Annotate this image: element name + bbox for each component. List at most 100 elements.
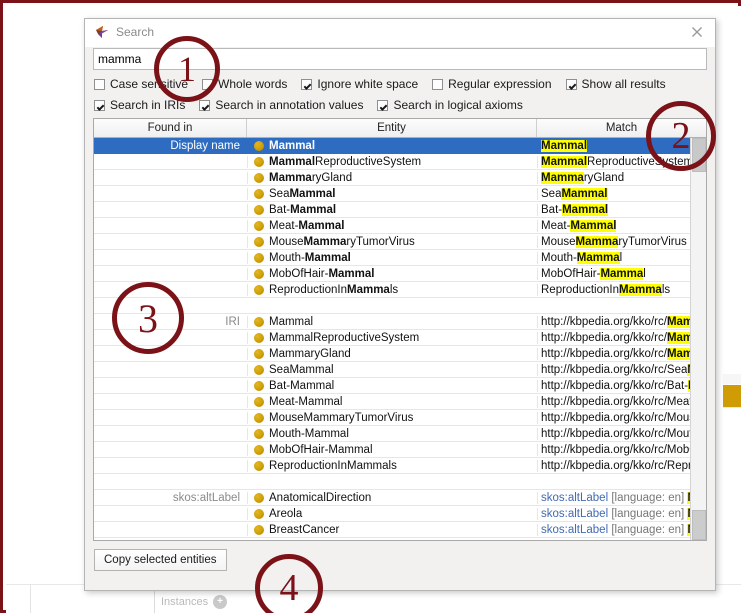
cell-entity: Meat-Mammal xyxy=(247,395,537,408)
cell-match: http://kbpedia.org/kko/rc/Mamm xyxy=(537,347,691,360)
checkbox-case-sensitive[interactable] xyxy=(94,78,105,90)
checkbox-search-in-iris[interactable] xyxy=(94,99,105,111)
copy-selected-entities-button[interactable]: Copy selected entities xyxy=(94,549,227,571)
table-row[interactable]: Bat-Mammal Bat-Mammal xyxy=(94,202,691,218)
results-vertical-scrollbar[interactable] xyxy=(690,138,706,540)
cell-match: http://kbpedia.org/kko/rc/Meat-M xyxy=(537,395,691,408)
option-label: Whole words xyxy=(218,76,288,91)
cell-match: Mouth-Mammal xyxy=(537,251,691,264)
table-row[interactable]: BreastCancer skos:altLabel [language: en]… xyxy=(94,522,691,538)
entity-dot-icon xyxy=(254,332,264,343)
entity-label: BreastExam xyxy=(269,540,332,541)
cell-match: Bat-Mammal xyxy=(537,203,691,216)
option-search-in-iris[interactable]: Search in IRIs xyxy=(94,97,186,112)
entity-label: Bat-Mammal xyxy=(269,203,337,216)
entity-label: MouseMammaryTumorVirus xyxy=(269,235,415,248)
entity-dot-icon xyxy=(254,396,264,407)
table-row[interactable]: Display name Mammal Mammal xyxy=(94,138,691,154)
entity-dot-icon xyxy=(254,364,264,375)
entity-label: SeaMammal xyxy=(269,363,334,376)
cell-match: http://kbpedia.org/kko/rc/Mouth- xyxy=(537,427,691,440)
checkbox-show-all-results[interactable] xyxy=(565,78,577,90)
cell-entity: Bat-Mammal xyxy=(247,379,537,392)
cell-entity: ReproductionInMammals xyxy=(247,283,537,296)
entity-dot-icon xyxy=(254,252,264,263)
page-frame: Instances + Search mamma Case sensitive … xyxy=(0,0,741,613)
close-icon[interactable] xyxy=(689,24,707,42)
entity-dot-icon xyxy=(254,444,264,455)
entity-dot-icon xyxy=(254,380,264,391)
cell-entity: MammaryGland xyxy=(247,347,537,360)
table-row[interactable]: Areola skos:altLabel [language: en] M xyxy=(94,506,691,522)
column-header-found-in[interactable]: Found in xyxy=(94,119,247,137)
entity-label: AnatomicalDirection xyxy=(269,491,372,504)
table-row[interactable]: Meat-Mammal Meat-Mammal xyxy=(94,218,691,234)
page-background: Instances + Search mamma Case sensitive … xyxy=(6,6,741,613)
cell-entity: Meat-Mammal xyxy=(247,219,537,232)
entity-label: Mouth-Mammal xyxy=(269,427,349,440)
cell-match: http://kbpedia.org/kko/rc/Mamm xyxy=(537,331,691,344)
entity-dot-icon xyxy=(254,508,264,519)
option-label: Search in IRIs xyxy=(110,97,186,112)
cell-entity: Mouth-Mammal xyxy=(247,251,537,264)
search-options-row-2: Search in IRIs Search in annotation valu… xyxy=(94,96,537,114)
entity-dot-icon xyxy=(254,412,264,423)
table-row[interactable]: SeaMammal SeaMammal xyxy=(94,186,691,202)
entity-label: Mammal xyxy=(269,139,316,152)
dialog-title-group: Search xyxy=(94,24,154,40)
cell-entity: Bat-Mammal xyxy=(247,203,537,216)
entity-label: Meat-Mammal xyxy=(269,395,343,408)
table-row[interactable]: BreastExam skos:altLabel [language: en] M xyxy=(94,538,691,540)
option-label: Search in logical axioms xyxy=(393,97,523,112)
checkbox-regular-expression[interactable] xyxy=(432,78,444,90)
table-row[interactable]: MammalReproductiveSystem http://kbpedia.o… xyxy=(94,330,691,346)
entity-dot-icon xyxy=(254,348,264,359)
entity-dot-icon xyxy=(254,524,264,535)
entity-dot-icon xyxy=(254,460,264,471)
option-search-in-logical-axioms[interactable]: Search in logical axioms xyxy=(377,97,523,112)
entity-dot-icon xyxy=(254,156,264,167)
option-ignore-white-space[interactable]: Ignore white space xyxy=(301,77,418,91)
table-row-spacer xyxy=(94,474,691,490)
cell-match: MouseMammaryTumorVirus xyxy=(537,235,691,248)
table-row[interactable]: MammaryGland MammaryGland xyxy=(94,170,691,186)
table-row[interactable]: Meat-Mammal http://kbpedia.org/kko/rc/Mea… xyxy=(94,394,691,410)
table-row[interactable]: ReproductionInMammals http://kbpedia.org/… xyxy=(94,458,691,474)
cell-entity: Mouth-Mammal xyxy=(247,427,537,440)
option-search-in-annotation-values[interactable]: Search in annotation values xyxy=(199,98,363,112)
table-row[interactable]: SeaMammal http://kbpedia.org/kko/rc/SeaMa xyxy=(94,362,691,378)
table-row[interactable]: MobOfHair-Mammal MobOfHair-Mammal xyxy=(94,266,691,282)
table-row[interactable]: MammalReproductiveSystem MammalReproducti… xyxy=(94,154,691,170)
cell-match: MammaryGland xyxy=(537,171,691,184)
table-row[interactable]: MammaryGland http://kbpedia.org/kko/rc/Ma… xyxy=(94,346,691,362)
checkbox-search-in-annotation-values[interactable] xyxy=(199,99,211,111)
cell-match: MobOfHair-Mammal xyxy=(537,267,691,280)
checkbox-search-in-logical-axioms[interactable] xyxy=(377,99,389,111)
table-row[interactable]: Mouth-Mammal Mouth-Mammal xyxy=(94,250,691,266)
table-row[interactable]: MouseMammaryTumorVirus http://kbpedia.org… xyxy=(94,410,691,426)
table-row[interactable]: Mouth-Mammal http://kbpedia.org/kko/rc/Mo… xyxy=(94,426,691,442)
cell-entity: BreastCancer xyxy=(247,523,537,536)
table-row[interactable]: MobOfHair-Mammal http://kbpedia.org/kko/r… xyxy=(94,442,691,458)
table-row[interactable]: skos:altLabel AnatomicalDirection skos:alt… xyxy=(94,490,691,506)
entity-label: ReproductionInMammals xyxy=(269,459,397,472)
table-row[interactable]: Bat-Mammal http://kbpedia.org/kko/rc/Bat-… xyxy=(94,378,691,394)
cell-match: ReproductionInMammals xyxy=(537,283,691,296)
entity-label: Mouth-Mammal xyxy=(269,251,351,264)
column-header-entity[interactable]: Entity xyxy=(247,119,537,137)
annotation-marker-3: 3 xyxy=(112,282,184,354)
option-label: Regular expression xyxy=(448,76,552,91)
entity-dot-icon xyxy=(254,236,264,247)
add-instance-icon[interactable]: + xyxy=(213,595,228,610)
background-divider-vertical-left xyxy=(30,584,31,613)
annotation-marker-2: 2 xyxy=(646,101,716,171)
table-row[interactable]: ReproductionInMammals ReproductionInMamma… xyxy=(94,282,691,298)
entity-dot-icon xyxy=(254,492,264,503)
option-regular-expression[interactable]: Regular expression xyxy=(432,76,552,91)
table-body[interactable]: Display name Mammal Mammal MammalReproducti… xyxy=(94,138,691,540)
option-show-all-results[interactable]: Show all results xyxy=(565,77,666,91)
instances-label: Instances xyxy=(161,596,209,608)
table-row[interactable]: MouseMammaryTumorVirus MouseMammaryTumorV… xyxy=(94,234,691,250)
scrollbar-track-bottom[interactable] xyxy=(692,510,706,540)
checkbox-ignore-white-space[interactable] xyxy=(301,78,313,90)
